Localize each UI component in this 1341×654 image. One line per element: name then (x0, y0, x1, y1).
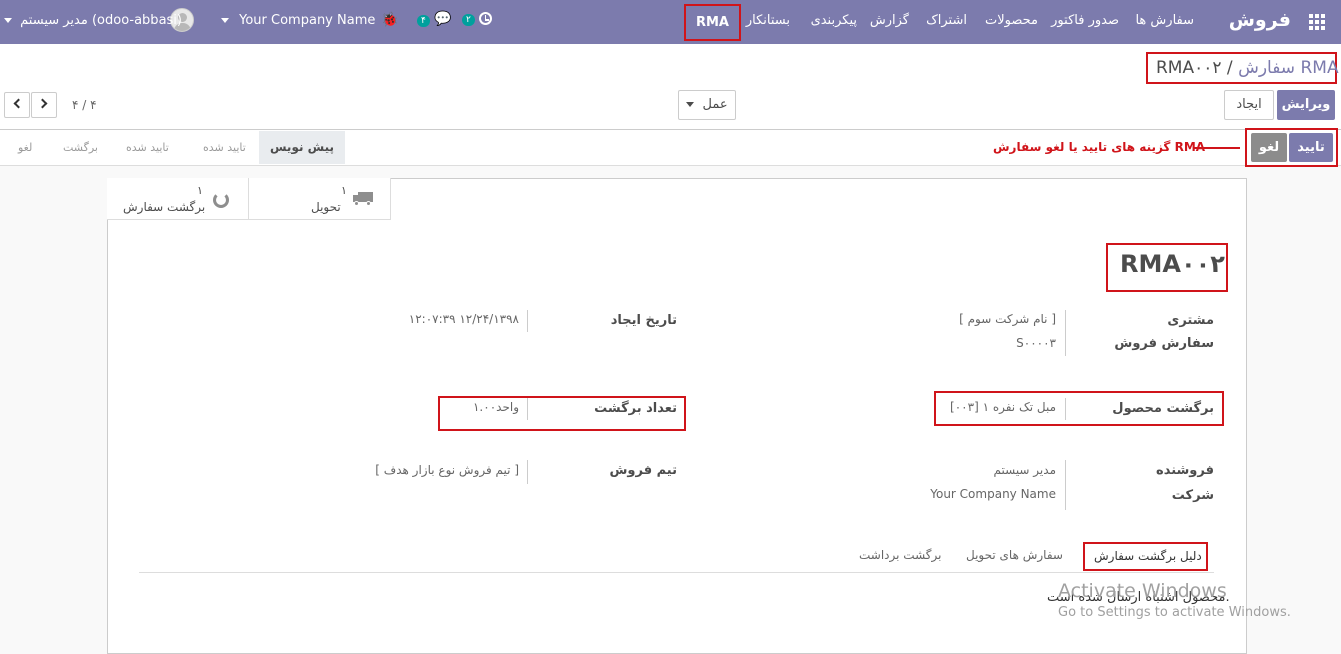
undo-icon (213, 192, 229, 208)
control-panel (0, 44, 1341, 130)
stage-draft[interactable]: پیش نویس (259, 131, 345, 164)
breadcrumb-separator: / (1226, 58, 1233, 78)
chevron-right-icon (37, 98, 48, 109)
action-label: عمل (702, 97, 728, 112)
return-count: ۱ (197, 184, 203, 197)
breadcrumb-current: RMA۰۰۲ (1156, 58, 1222, 78)
messaging-menu[interactable]: ۴ 💬 (417, 11, 451, 27)
create-date-label: تاریخ ایجاد (610, 313, 677, 328)
salesperson-label: فروشنده (1156, 463, 1214, 478)
sales-team-label: تیم فروش (609, 463, 677, 478)
company-switcher[interactable]: Your Company Name (221, 13, 375, 28)
pager-previous-button[interactable] (4, 92, 30, 118)
field-separator (1065, 460, 1066, 510)
top-navbar: فروش سفارش ها صدور فاکتور محصولات اشتراک… (0, 0, 1341, 44)
tab-return-picking[interactable]: برگشت برداشت (859, 548, 941, 562)
menu-invoicing[interactable]: صدور فاکتور (1051, 13, 1119, 28)
quantity-value: ۱.۰۰واحد (472, 400, 519, 414)
field-separator (527, 398, 528, 420)
customer-value[interactable]: [ نام شرکت سوم ] (959, 312, 1056, 326)
chat-count-badge: ۴ (417, 15, 430, 27)
menu-subscription[interactable]: اشتراک (926, 13, 967, 28)
salesperson-value[interactable]: مدیر سیستم (994, 463, 1057, 477)
field-separator (1065, 398, 1066, 420)
breadcrumb-parent[interactable]: سفارش RMA (1238, 58, 1339, 78)
sale-order-value[interactable]: S۰۰۰۰۳ (1016, 336, 1056, 350)
menu-products[interactable]: محصولات (985, 13, 1038, 28)
activity-menu[interactable]: ۲ (462, 11, 492, 26)
delivery-label: تحویل (311, 200, 341, 214)
delivery-smart-button[interactable]: ۱ تحویل (249, 178, 391, 220)
cancel-button[interactable]: لغو (1251, 133, 1287, 162)
stage-returned[interactable]: برگشت (63, 141, 98, 154)
windows-watermark-title: Activate Windows (1058, 580, 1227, 602)
user-name: مدیر سیستم (odoo-abbasi) (20, 13, 182, 28)
customer-label: مشتری (1167, 313, 1214, 328)
menu-creditor[interactable]: بستانکار (746, 13, 790, 28)
action-button[interactable]: عمل (678, 90, 736, 120)
edit-button[interactable]: ویرایش (1277, 90, 1335, 120)
company-value[interactable]: Your Company Name (930, 487, 1056, 501)
create-date-value: ۱۲:۰۷:۳۹ ۱۲/۲۴/۱۳۹۸ (408, 312, 519, 326)
company-name: Your Company Name (239, 13, 376, 28)
delivery-count: ۱ (341, 184, 347, 197)
stage-cancel[interactable]: لغو (18, 141, 32, 154)
sales-team-value[interactable]: [ تیم فروش نوع بازار هدف ] (375, 463, 519, 477)
create-button[interactable]: ایجاد (1224, 90, 1274, 120)
return-order-smart-button[interactable]: ۱ برگشت سفارش (107, 178, 249, 220)
activity-count-badge: ۲ (462, 14, 475, 26)
chevron-down-icon (221, 18, 229, 23)
annotation-text: گزینه های تایید یا لغو سفارش RMA (993, 140, 1206, 154)
pager-value[interactable]: ۴ / ۴ (72, 98, 97, 112)
field-separator (527, 460, 528, 484)
menu-orders[interactable]: سفارش ها (1135, 13, 1194, 28)
app-name: فروش (1228, 9, 1291, 31)
tab-return-reason[interactable]: دلیل برگشت سفارش (1083, 542, 1208, 571)
tabs-divider (139, 572, 1214, 573)
chevron-left-icon (13, 98, 24, 109)
apps-menu-icon[interactable] (1309, 14, 1325, 30)
breadcrumb: RMA۰۰۲ / سفارش RMA (1146, 52, 1339, 84)
record-title: RMA۰۰۲ (1120, 250, 1225, 278)
user-menu[interactable]: مدیر سیستم (odoo-abbasi) (4, 13, 182, 28)
product-value[interactable]: [۰۰۳] مبل تک نفره ۱ (950, 400, 1056, 414)
field-separator (527, 310, 528, 332)
product-label: برگشت محصول (1112, 401, 1214, 416)
company-label: شرکت (1171, 488, 1214, 503)
tab-return-reason-label: دلیل برگشت سفارش (1094, 549, 1202, 563)
stage-confirmed-2[interactable]: تایید شده (126, 141, 169, 154)
tab-delivery-orders[interactable]: سفارش های تحویل (966, 548, 1063, 562)
windows-watermark-subtitle: Go to Settings to activate Windows. (1058, 605, 1291, 620)
confirm-button[interactable]: تایید (1289, 133, 1333, 162)
clock-icon (478, 12, 492, 25)
pager-next-button[interactable] (31, 92, 57, 118)
menu-reporting[interactable]: گزارش (870, 13, 909, 28)
menu-configuration[interactable]: پیکربندی (811, 13, 857, 28)
chevron-down-icon (686, 102, 695, 107)
field-separator (1065, 310, 1066, 356)
chevron-down-icon (4, 18, 12, 23)
quantity-label: تعداد برگشت (594, 401, 677, 416)
return-label: برگشت سفارش (123, 200, 206, 214)
truck-icon (353, 192, 373, 206)
chat-icon: 💬 (433, 11, 452, 27)
stage-confirmed-1[interactable]: تایید شده (203, 141, 246, 154)
bug-icon[interactable]: 🐞 (381, 12, 398, 28)
menu-rma[interactable]: RMA (684, 4, 741, 41)
sale-order-label: سفارش فروش (1114, 336, 1214, 351)
